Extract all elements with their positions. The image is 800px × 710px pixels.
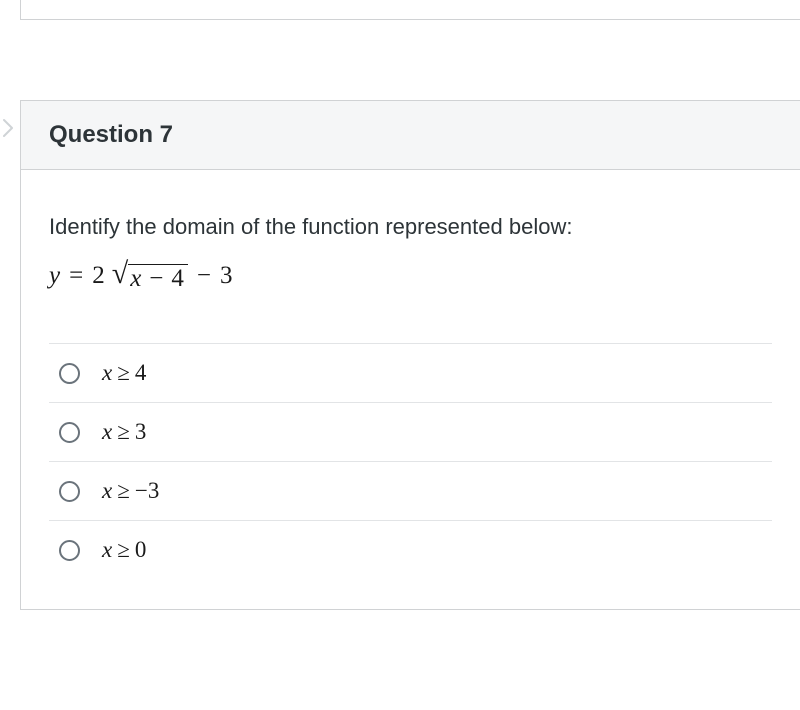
radio-icon[interactable] — [59, 422, 80, 443]
eq-coeff: 2 — [92, 262, 105, 290]
option-var: x — [102, 419, 112, 445]
eq-sign: = — [69, 262, 83, 290]
option-row[interactable]: x ≥ −3 — [49, 462, 772, 521]
option-var: x — [102, 360, 112, 386]
option-rel: ≥ — [117, 419, 130, 445]
radical-icon: √ — [112, 262, 128, 293]
equation: y = 2 √ x − 4 − 3 — [49, 262, 772, 293]
radicand-op: − — [149, 265, 163, 293]
radicand-const: 4 — [171, 265, 184, 293]
sqrt-expression: √ x − 4 — [112, 262, 188, 293]
option-val: 4 — [135, 360, 147, 386]
option-row[interactable]: x ≥ 0 — [49, 521, 772, 579]
radio-icon[interactable] — [59, 363, 80, 384]
question-body: Identify the domain of the function repr… — [21, 170, 800, 609]
previous-question-remnant — [20, 0, 800, 20]
radio-icon[interactable] — [59, 540, 80, 561]
options-list: x ≥ 4 x ≥ 3 x ≥ −3 — [49, 343, 772, 579]
option-row[interactable]: x ≥ 4 — [49, 344, 772, 403]
option-label: x ≥ 3 — [102, 419, 146, 445]
option-var: x — [102, 537, 112, 563]
eq-after-op: − — [197, 262, 211, 290]
option-label: x ≥ 0 — [102, 537, 146, 563]
option-val: 0 — [135, 537, 147, 563]
option-row[interactable]: x ≥ 3 — [49, 403, 772, 462]
option-rel: ≥ — [117, 478, 130, 504]
nav-chevron-icon — [0, 118, 14, 138]
radicand: x − 4 — [128, 264, 188, 293]
option-label: x ≥ 4 — [102, 360, 146, 386]
option-rel: ≥ — [117, 360, 130, 386]
question-header: Question 7 — [21, 101, 800, 170]
option-label: x ≥ −3 — [102, 478, 159, 504]
radicand-var: x — [130, 265, 141, 293]
option-val: −3 — [135, 478, 159, 504]
question-title: Question 7 — [49, 121, 772, 149]
question-card: Question 7 Identify the domain of the fu… — [20, 100, 800, 610]
eq-lhs-var: y — [49, 262, 60, 290]
radio-icon[interactable] — [59, 481, 80, 502]
question-prompt: Identify the domain of the function repr… — [49, 214, 772, 240]
option-rel: ≥ — [117, 537, 130, 563]
option-var: x — [102, 478, 112, 504]
eq-after-const: 3 — [220, 262, 233, 290]
option-val: 3 — [135, 419, 147, 445]
